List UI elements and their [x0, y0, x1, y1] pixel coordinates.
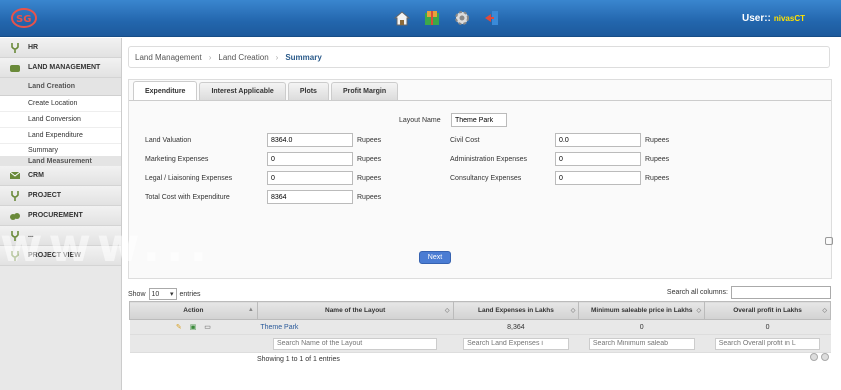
procurement-icon — [8, 211, 22, 221]
unit-label: Rupees — [357, 175, 382, 182]
breadcrumb-summary: Summary — [285, 52, 322, 62]
sidebar-subitem-land-conversion[interactable]: Land Conversion — [0, 112, 121, 128]
cell-overall-profit: 0 — [704, 319, 831, 335]
sidebar-item-hr[interactable]: HR — [0, 38, 121, 58]
consult-input[interactable] — [555, 171, 641, 185]
land-valuation-label: Land Valuation — [145, 137, 192, 144]
view-icon — [8, 250, 22, 262]
home-icon[interactable] — [392, 8, 412, 28]
marketing-input[interactable] — [267, 152, 353, 166]
entries-select[interactable]: 10 ▾ — [148, 288, 177, 300]
sort-icon: ◇ — [444, 308, 450, 314]
svg-text:SG: SG — [16, 14, 31, 25]
sidebar-item-project-view[interactable]: PROJECT VIEW — [0, 246, 121, 266]
col-min-price[interactable]: Minimum saleable price in Lakhs ◇ — [578, 301, 706, 320]
crm-icon — [8, 171, 22, 180]
filter-row — [129, 334, 831, 353]
layout-table: Action ▲ Name of the Layout ◇ Land Expense… — [129, 301, 831, 353]
gift-icon[interactable] — [422, 8, 442, 28]
entries-control: Show 10 ▾ entries — [128, 288, 201, 300]
total-input[interactable] — [267, 190, 353, 204]
top-bar: SG User:: nivasCT — [0, 0, 841, 37]
breadcrumb-land-management[interactable]: Land Management — [135, 53, 202, 62]
sidebar-item-land-management[interactable]: LAND MANAGEMENT — [0, 58, 121, 78]
next-page-button[interactable] — [821, 353, 829, 361]
action-cell: ✎ ▣ ▭ — [129, 319, 258, 335]
breadcrumb: Land Management › Land Creation › Summary — [128, 46, 830, 68]
resize-icon[interactable] — [825, 237, 833, 245]
unit-label: Rupees — [645, 175, 670, 182]
col-action[interactable]: Action ▲ — [129, 301, 258, 320]
col-layout-name[interactable]: Name of the Layout ◇ — [256, 301, 454, 320]
tab-profit-margin[interactable]: Profit Margin — [330, 82, 399, 100]
unit-label: Rupees — [645, 137, 670, 144]
marketing-label: Marketing Expenses — [145, 156, 209, 163]
delete-icon[interactable]: ▣ — [190, 324, 197, 331]
civil-input[interactable] — [555, 133, 641, 147]
admin-label: Administration Expenses — [450, 156, 528, 163]
search-all-input[interactable] — [731, 286, 831, 299]
col-overall-profit[interactable]: Overall profit in Lakhs ◇ — [704, 301, 831, 320]
sidebar-item-misc[interactable]: ... — [0, 226, 121, 246]
sidebar-item-project[interactable]: PROJECT — [0, 186, 121, 206]
sort-icon: ◇ — [570, 308, 576, 314]
layout-name-label: Layout Name — [399, 117, 441, 124]
sidebar-subitem-land-expenditure[interactable]: Land Expenditure — [0, 128, 121, 144]
logout-icon[interactable] — [482, 8, 502, 28]
legal-input[interactable] — [267, 171, 353, 185]
logo-icon: SG — [10, 6, 38, 30]
sort-icon: ▲ — [247, 307, 254, 313]
sidebar-subheader-land-creation[interactable]: Land Creation — [0, 78, 121, 96]
legal-label: Legal / Liaisoning Expenses — [145, 175, 233, 182]
land-valuation-input[interactable] — [267, 133, 353, 147]
user-name: nivasCT — [773, 14, 805, 23]
sidebar-subitem-create-location[interactable]: Create Location — [0, 96, 121, 112]
hr-icon — [8, 42, 22, 54]
summary-panel: Expenditure Interest Applicable Plots Pr… — [128, 79, 832, 279]
next-button[interactable]: Next — [419, 251, 451, 264]
showing-info: Showing 1 to 1 of 1 entries — [257, 356, 340, 363]
gear-icon[interactable] — [452, 8, 472, 28]
col-land-expenses[interactable]: Land Expenses in Lakhs ◇ — [452, 301, 580, 320]
land-icon — [8, 63, 22, 73]
sidebar-subheader-land-measurement[interactable]: Land Measurement — [0, 156, 121, 166]
unit-label: Rupees — [357, 156, 382, 163]
sidebar-subitem-summary[interactable]: Summary — [0, 144, 121, 156]
filter-layout-name[interactable] — [272, 337, 438, 350]
search-all: Search all columns: — [667, 286, 831, 299]
unit-label: Rupees — [645, 156, 670, 163]
unit-label: Rupees — [357, 137, 382, 144]
admin-input[interactable] — [555, 152, 641, 166]
breadcrumb-land-creation[interactable]: Land Creation — [218, 53, 268, 62]
filter-overall-profit[interactable] — [714, 337, 821, 350]
filter-min-price[interactable] — [588, 337, 695, 350]
user-info: User:: nivasCT — [741, 13, 805, 24]
unit-label: Rupees — [357, 194, 382, 201]
tab-interest-applicable[interactable]: Interest Applicable — [199, 82, 286, 100]
dropdown-arrow-icon: ▾ — [170, 291, 174, 298]
pagination — [810, 353, 829, 361]
layout-name-input[interactable] — [451, 113, 507, 127]
sort-icon: ◇ — [696, 308, 702, 314]
consult-label: Consultancy Expenses — [450, 175, 522, 182]
prev-page-button[interactable] — [810, 353, 818, 361]
sidebar: HR LAND MANAGEMENT Land Creation Create … — [0, 38, 122, 390]
cell-layout-name[interactable]: Theme Park — [257, 319, 453, 335]
tab-plots[interactable]: Plots — [287, 82, 329, 100]
sort-icon: ◇ — [822, 308, 827, 314]
edit-icon[interactable]: ✎ — [176, 324, 182, 331]
cell-land-expenses: 8,364 — [453, 319, 579, 335]
sidebar-item-crm[interactable]: CRM — [0, 166, 121, 186]
civil-label: Civil Cost — [450, 137, 480, 144]
table-row: ✎ ▣ ▭ Theme Park 8,364 0 0 — [129, 319, 831, 335]
view-icon[interactable]: ▭ — [204, 324, 211, 331]
sidebar-item-procurement[interactable]: PROCUREMENT — [0, 206, 121, 226]
misc-icon — [8, 230, 22, 242]
cell-min-price: 0 — [578, 319, 705, 335]
project-icon — [8, 190, 22, 202]
total-label: Total Cost with Expenditure — [145, 194, 230, 201]
filter-land-expenses[interactable] — [463, 337, 569, 350]
tab-expenditure[interactable]: Expenditure — [133, 81, 198, 101]
